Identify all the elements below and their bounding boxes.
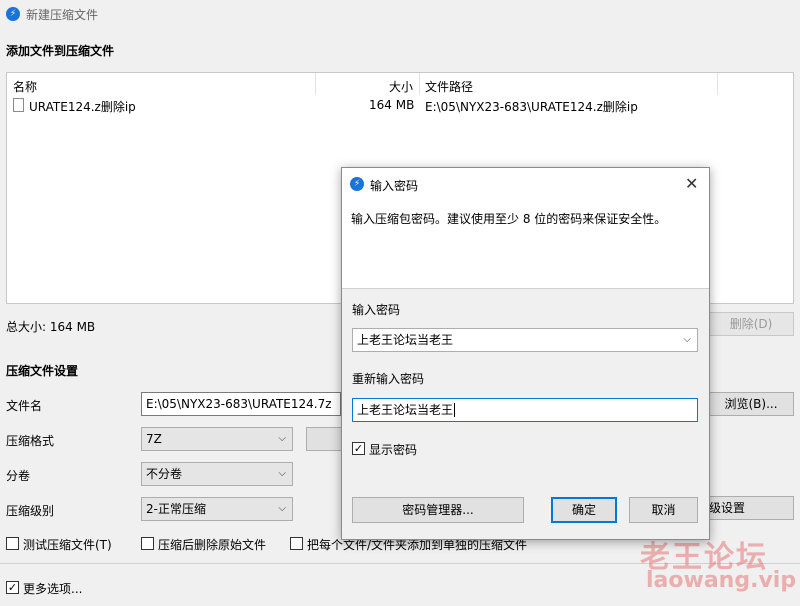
watermark-url: laowang.vip	[646, 568, 797, 593]
reenter-password-value: 上老王论坛当老王	[357, 403, 454, 417]
chevron-down-icon: ⌵	[278, 433, 286, 444]
chevron-down-icon: ⌵	[278, 503, 286, 514]
total-size: 总大小: 164 MB	[6, 320, 96, 334]
browse-button[interactable]: 浏览(B)...	[708, 392, 794, 416]
password-label: 输入密码	[352, 303, 401, 317]
column-header-path[interactable]: 文件路径	[425, 78, 473, 95]
show-password-checkbox[interactable]: ✓	[352, 442, 365, 455]
delete-after-checkbox[interactable]	[141, 537, 154, 550]
password-dialog: ⚡ 输入密码 ✕ 输入压缩包密码。建议使用至少 8 位的密码来保证安全性。 输入…	[341, 167, 710, 540]
column-header-name[interactable]: 名称	[13, 78, 37, 95]
more-options-label[interactable]: 更多选项...	[23, 580, 82, 597]
file-row-size: 164 MB	[369, 98, 415, 112]
close-icon[interactable]: ✕	[685, 174, 698, 193]
file-row-name[interactable]: URATE124.z删除ip	[29, 98, 136, 115]
chevron-down-icon: ⌵	[278, 468, 286, 479]
format-label: 压缩格式	[6, 434, 55, 448]
app-logo-icon: ⚡	[6, 7, 20, 21]
format-select-value: 7Z	[146, 432, 162, 446]
format-options-button[interactable]	[306, 427, 342, 451]
app-logo-icon: ⚡	[350, 177, 364, 191]
dialog-title-bar: ⚡ 输入密码 ✕	[342, 168, 709, 200]
show-password-label[interactable]: 显示密码	[369, 441, 417, 458]
password-input[interactable]: 上老王论坛当老王 ⌵	[352, 328, 698, 352]
chevron-down-icon[interactable]: ⌵	[683, 329, 691, 351]
split-select[interactable]: 不分卷 ⌵	[141, 462, 293, 486]
file-row-path: E:\05\NYX23-683\URATE124.z删除ip	[425, 100, 638, 114]
dialog-description: 输入压缩包密码。建议使用至少 8 位的密码来保证安全性。	[351, 212, 667, 226]
document-icon	[13, 98, 24, 112]
column-separator	[315, 73, 316, 95]
add-files-section-title: 添加文件到压缩文件	[6, 44, 115, 58]
column-separator	[717, 73, 718, 95]
level-select[interactable]: 2-正常压缩 ⌵	[141, 497, 293, 521]
password-manager-button[interactable]: 密码管理器...	[352, 497, 524, 523]
delete-after-label[interactable]: 压缩后删除原始文件	[158, 536, 266, 553]
level-label: 压缩级别	[6, 504, 55, 518]
column-header-size[interactable]: 大小	[389, 78, 413, 95]
text-caret	[454, 403, 456, 417]
more-options-checkbox[interactable]: ✓	[6, 581, 19, 594]
separate-archives-checkbox[interactable]	[290, 537, 303, 550]
filename-label: 文件名	[6, 399, 43, 413]
dialog-title: 输入密码	[370, 179, 419, 193]
reenter-password-label: 重新输入密码	[352, 372, 425, 386]
title-bar: ⚡ 新建压缩文件	[0, 0, 800, 28]
ok-button[interactable]: 确定	[551, 497, 617, 523]
dialog-divider	[342, 288, 709, 289]
password-input-value: 上老王论坛当老王	[357, 333, 454, 347]
filename-input[interactable]: E:\05\NYX23-683\URATE124.7z	[141, 392, 341, 416]
cancel-button[interactable]: 取消	[629, 497, 698, 523]
split-select-value: 不分卷	[146, 467, 183, 481]
settings-section-title: 压缩文件设置	[6, 364, 79, 378]
test-archive-label[interactable]: 测试压缩文件(T)	[23, 536, 112, 553]
delete-button[interactable]: 删除(D)	[708, 312, 794, 336]
reenter-password-input[interactable]: 上老王论坛当老王	[352, 398, 698, 422]
dialog-description-area: 输入压缩包密码。建议使用至少 8 位的密码来保证安全性。	[342, 200, 709, 288]
window-title: 新建压缩文件	[26, 8, 99, 22]
column-separator	[419, 73, 420, 95]
test-archive-checkbox[interactable]	[6, 537, 19, 550]
level-select-value: 2-正常压缩	[146, 502, 206, 516]
split-label: 分卷	[6, 469, 31, 483]
format-select[interactable]: 7Z ⌵	[141, 427, 293, 451]
